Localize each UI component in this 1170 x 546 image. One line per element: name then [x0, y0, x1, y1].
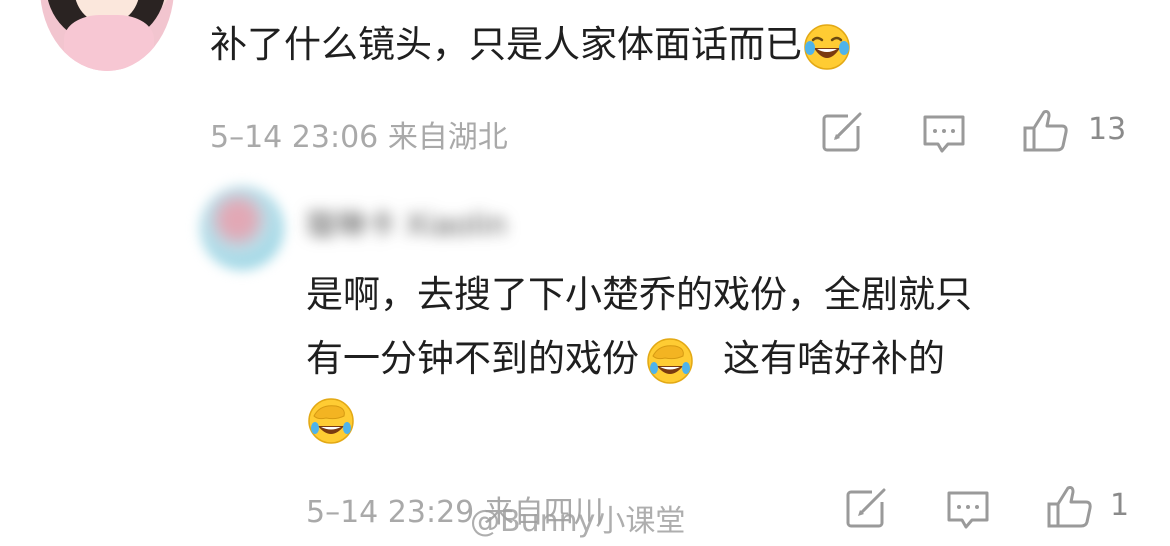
- comment-line: 有一分钟不到的戏份 这有啥好补的: [306, 331, 972, 387]
- avatar-dress: [64, 15, 154, 71]
- avatar[interactable]: [40, 0, 174, 71]
- comment-text: 补了什么镜头，只是人家体面话而已: [210, 17, 852, 73]
- face-palm-tears-emoji: [306, 396, 356, 446]
- laughing-tears-emoji: [802, 22, 852, 72]
- comment-meta: 5–14 23:06 来自湖北: [210, 112, 508, 156]
- comment-icon[interactable]: [946, 490, 990, 532]
- like-count: 1: [1110, 488, 1130, 523]
- share-icon[interactable]: [846, 488, 888, 528]
- comment-segment: 这有啥好补的: [723, 337, 945, 380]
- comment-line: [306, 391, 972, 447]
- username[interactable]: 璇琳卡 Xiaolin: [306, 200, 586, 243]
- like-count: 13: [1088, 112, 1127, 147]
- comment-time: 5–14 23:29: [306, 495, 475, 530]
- share-icon[interactable]: [822, 112, 864, 152]
- thumbs-up-icon[interactable]: [1022, 108, 1070, 154]
- comment-line: 是啊，去搜了下小楚乔的戏份，全剧就只: [306, 273, 972, 316]
- comment-body: 补了什么镜头，只是人家体面话而已: [210, 23, 802, 66]
- thumbs-up-icon[interactable]: [1046, 484, 1094, 530]
- comment-icon[interactable]: [922, 114, 966, 156]
- face-palm-tears-emoji: [645, 336, 695, 386]
- watermark: @Bunny小课堂: [470, 504, 686, 539]
- comment-time: 5–14 23:06: [210, 120, 379, 155]
- comment-text: 是啊，去搜了下小楚乔的戏份，全剧就只 有一分钟不到的戏份 这有啥好补的: [306, 267, 972, 447]
- comment-segment: 有一分钟不到的戏份: [306, 337, 639, 380]
- avatar[interactable]: [200, 186, 284, 270]
- comment-location: 来自湖北: [387, 120, 508, 155]
